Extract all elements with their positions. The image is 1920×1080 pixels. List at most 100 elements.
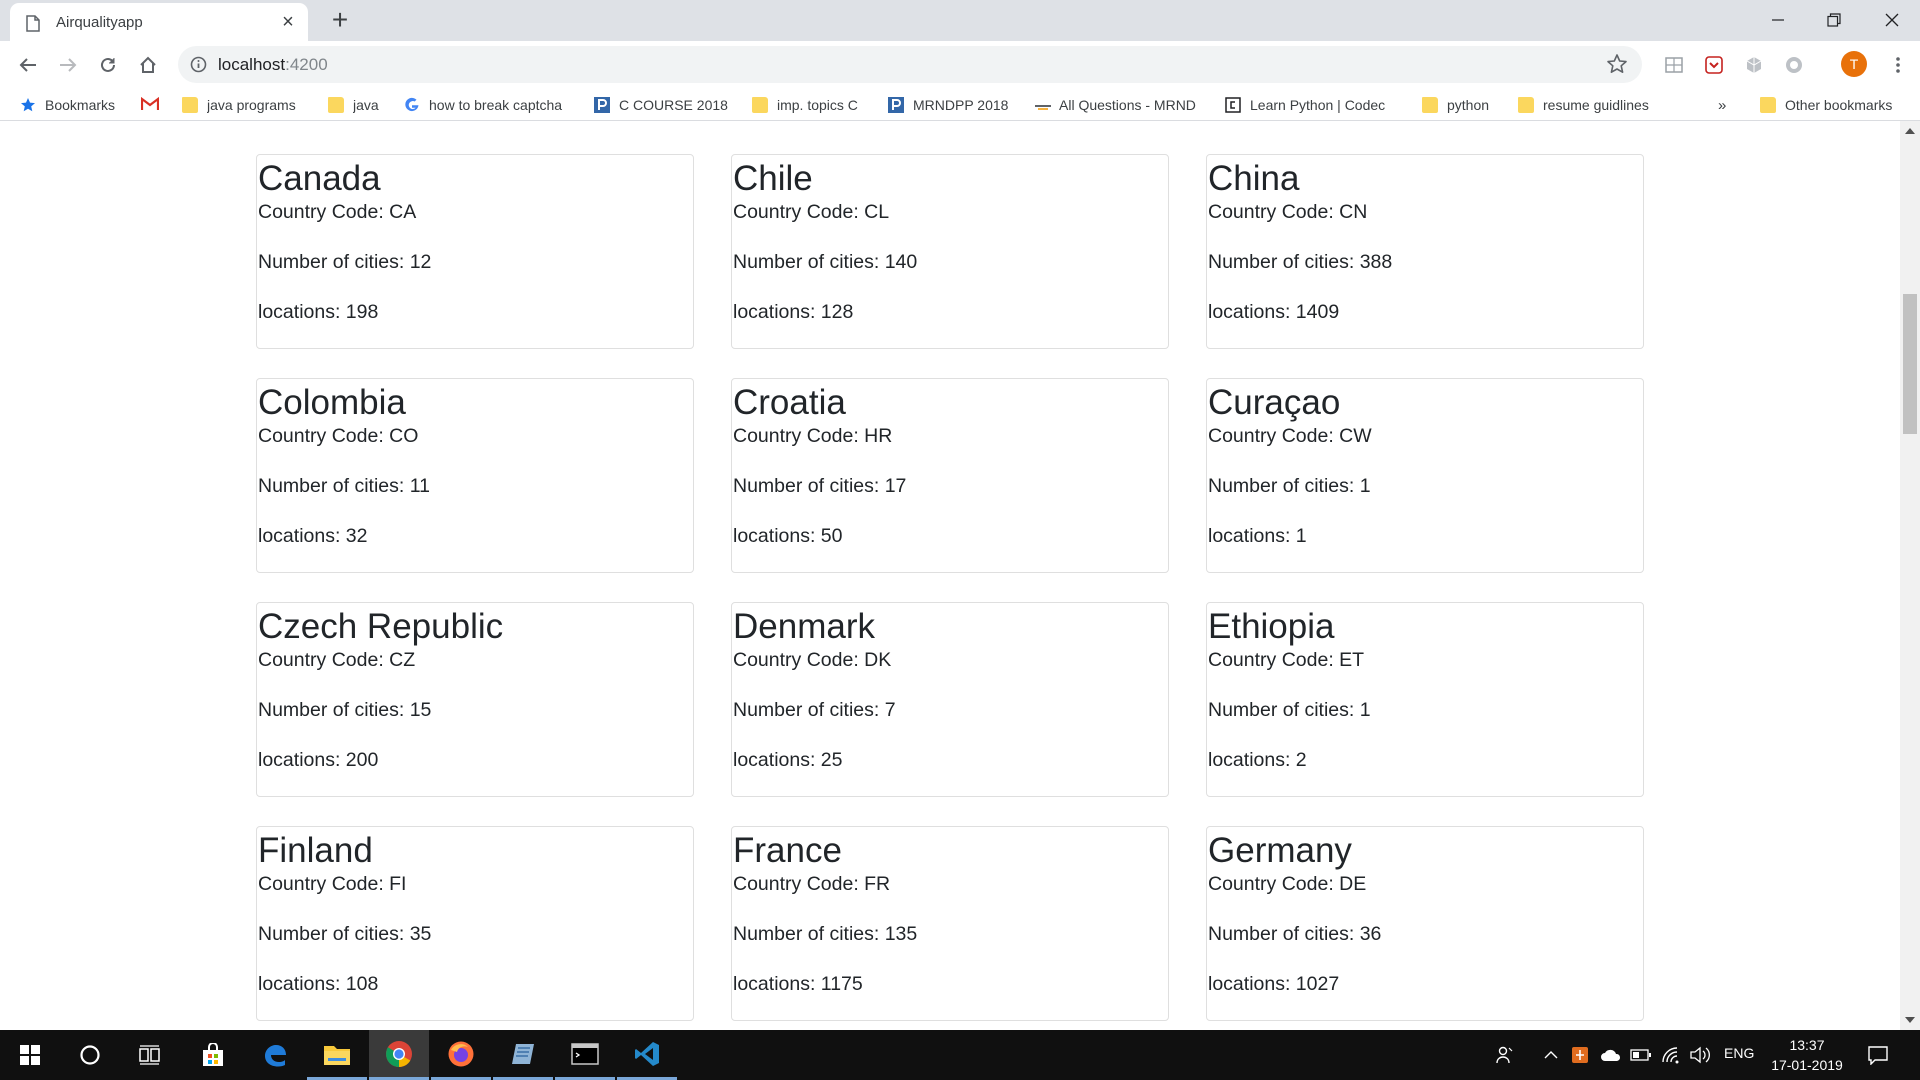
system-clock[interactable]: 13:37 17-01-2019 bbox=[1762, 1035, 1852, 1075]
store-icon[interactable] bbox=[183, 1030, 243, 1080]
country-card: Colombia Country Code: CO Number of citi… bbox=[256, 378, 694, 573]
bookmark-label: how to break captcha bbox=[429, 97, 563, 113]
location-count: locations: 108 bbox=[258, 973, 379, 995]
info-icon[interactable] bbox=[190, 56, 207, 78]
bookmark-item-learn-python[interactable]: Learn Python | Codec bbox=[1225, 94, 1420, 116]
country-card: Ethiopia Country Code: ET Number of citi… bbox=[1206, 602, 1644, 797]
action-center-icon[interactable] bbox=[1866, 1045, 1890, 1065]
country-card: Chile Country Code: CL Number of cities:… bbox=[731, 154, 1169, 349]
battery-icon[interactable] bbox=[1630, 1045, 1652, 1065]
country-code: Country Code: CN bbox=[1208, 201, 1368, 223]
bookmark-item-imp-topics[interactable]: imp. topics C bbox=[752, 94, 858, 116]
city-count: Number of cities: 140 bbox=[733, 251, 918, 273]
city-count: Number of cities: 7 bbox=[733, 699, 896, 721]
bookmark-item-java-programs[interactable]: java programs bbox=[182, 94, 296, 116]
bookmark-item-all-questions[interactable]: All Questions - MRND bbox=[1034, 94, 1203, 116]
country-name: Colombia bbox=[258, 383, 406, 422]
location-count: locations: 32 bbox=[258, 525, 368, 547]
profile-avatar[interactable]: T bbox=[1841, 51, 1867, 77]
onedrive-icon[interactable] bbox=[1600, 1045, 1622, 1065]
forward-arrow-icon bbox=[60, 58, 77, 72]
restore-button[interactable] bbox=[1814, 5, 1854, 35]
tray-chevron-up-icon[interactable] bbox=[1541, 1045, 1561, 1065]
chrome-menu-icon[interactable] bbox=[1884, 51, 1912, 79]
browser-tab[interactable]: Airqualityapp × bbox=[10, 3, 308, 41]
country-name: Germany bbox=[1208, 831, 1352, 870]
firefox-icon[interactable] bbox=[431, 1030, 491, 1080]
scroll-up-arrow-icon[interactable] bbox=[1905, 128, 1915, 134]
location-count: locations: 1027 bbox=[1208, 973, 1340, 995]
city-count: Number of cities: 1 bbox=[1208, 699, 1371, 721]
country-code: Country Code: CZ bbox=[258, 649, 416, 671]
bookmark-item-c-course[interactable]: C COURSE 2018 bbox=[594, 94, 728, 116]
gmail-icon bbox=[140, 96, 160, 113]
bookmark-item-resume[interactable]: resume guidlines bbox=[1518, 94, 1649, 116]
terminal-icon[interactable] bbox=[555, 1030, 615, 1080]
country-name: Ethiopia bbox=[1208, 607, 1335, 646]
page-scrollbar[interactable] bbox=[1900, 121, 1920, 1030]
task-view-icon[interactable] bbox=[120, 1030, 180, 1080]
google-icon bbox=[404, 97, 420, 113]
language-indicator[interactable]: ENG bbox=[1724, 1045, 1754, 1061]
new-tab-button[interactable]: + bbox=[326, 6, 354, 34]
minimize-button[interactable] bbox=[1758, 5, 1798, 35]
windows-start-icon[interactable] bbox=[0, 1030, 60, 1080]
edge-icon[interactable] bbox=[245, 1030, 305, 1080]
vscode-icon[interactable] bbox=[617, 1030, 677, 1080]
url-text[interactable]: localhost:4200 bbox=[218, 55, 328, 75]
extension-cube-icon[interactable] bbox=[1744, 55, 1764, 75]
volume-icon[interactable] bbox=[1688, 1045, 1712, 1065]
extension-circle-icon[interactable] bbox=[1784, 55, 1804, 75]
country-code: Country Code: FI bbox=[258, 873, 407, 895]
bookmark-star-icon[interactable] bbox=[1606, 53, 1628, 80]
country-code: Country Code: CW bbox=[1208, 425, 1372, 447]
bookmark-item-python[interactable]: python bbox=[1422, 94, 1489, 116]
bookmark-item-gmail[interactable] bbox=[140, 94, 166, 116]
country-code: Country Code: FR bbox=[733, 873, 891, 895]
scroll-down-arrow-icon[interactable] bbox=[1905, 1017, 1915, 1023]
country-code: Country Code: ET bbox=[1208, 649, 1365, 671]
country-card: Germany Country Code: DE Number of citie… bbox=[1206, 826, 1644, 1021]
page-content: Canada Country Code: CA Number of cities… bbox=[0, 121, 1900, 1030]
country-name: Finland bbox=[258, 831, 373, 870]
location-count: locations: 50 bbox=[733, 525, 843, 547]
bookmark-item-captcha[interactable]: how to break captcha bbox=[404, 94, 597, 116]
wifi-icon[interactable] bbox=[1660, 1045, 1682, 1065]
bookmark-item-java[interactable]: java bbox=[328, 94, 379, 116]
tab-close-icon[interactable]: × bbox=[278, 12, 298, 32]
cortana-search-icon[interactable] bbox=[60, 1030, 120, 1080]
country-card: France Country Code: FR Number of cities… bbox=[731, 826, 1169, 1021]
location-count: locations: 200 bbox=[258, 749, 379, 771]
folder-icon bbox=[1518, 97, 1534, 113]
bookmark-item-bookmarks[interactable]: Bookmarks bbox=[20, 94, 115, 116]
country-name: Curaçao bbox=[1208, 383, 1341, 422]
bookmark-item-other-bookmarks[interactable]: Other bookmarks bbox=[1760, 94, 1892, 116]
address-bar[interactable]: localhost:4200 bbox=[178, 46, 1642, 83]
reload-button[interactable] bbox=[94, 51, 122, 79]
country-code: Country Code: CO bbox=[258, 425, 419, 447]
browser-toolbar: localhost:4200 T bbox=[0, 41, 1920, 88]
extension-sheet-icon[interactable] bbox=[1664, 55, 1684, 75]
file-explorer-icon[interactable] bbox=[307, 1030, 367, 1080]
chrome-icon[interactable] bbox=[369, 1030, 429, 1080]
city-count: Number of cities: 388 bbox=[1208, 251, 1393, 273]
bookmarks-overflow-button[interactable]: » bbox=[1718, 94, 1726, 116]
url-host: localhost bbox=[218, 55, 286, 74]
people-icon[interactable] bbox=[1494, 1045, 1516, 1065]
app-tray-orange-icon[interactable] bbox=[1570, 1045, 1590, 1065]
tab-title: Airqualityapp bbox=[56, 14, 143, 31]
browser-tab-strip: Airqualityapp × + bbox=[0, 0, 1920, 41]
home-button[interactable] bbox=[134, 51, 162, 79]
star-icon bbox=[20, 97, 36, 113]
close-window-button[interactable] bbox=[1872, 5, 1912, 35]
notepad-icon[interactable] bbox=[493, 1030, 553, 1080]
scrollbar-thumb[interactable] bbox=[1903, 294, 1917, 434]
forward-button[interactable] bbox=[54, 51, 82, 79]
country-code: Country Code: CA bbox=[258, 201, 417, 223]
folder-icon bbox=[752, 97, 768, 113]
country-code: Country Code: CL bbox=[733, 201, 890, 223]
back-button[interactable] bbox=[14, 51, 42, 79]
pocket-icon[interactable] bbox=[1704, 55, 1724, 75]
bookmark-item-mrndpp[interactable]: MRNDPP 2018 bbox=[888, 94, 1008, 116]
page-icon bbox=[26, 15, 40, 37]
